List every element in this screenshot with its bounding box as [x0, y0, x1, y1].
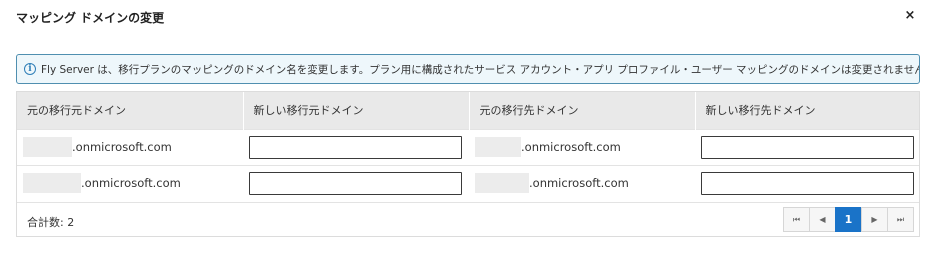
column-header-new-target-domain: 新しい移行先ドメイン [695, 92, 919, 129]
new-source-domain-input[interactable] [249, 171, 462, 195]
target-domain: .onmicrosoft.com [475, 137, 689, 157]
new-source-domain-input[interactable] [249, 135, 462, 159]
column-header-source-domain: 元の移行元ドメイン [17, 92, 244, 129]
close-icon[interactable]: × [902, 8, 918, 24]
column-header-new-source-domain: 新しい移行元ドメイン [243, 92, 470, 129]
redacted-text [23, 173, 81, 194]
new-target-domain-input[interactable] [701, 135, 914, 159]
next-page-icon[interactable]: ▶ [861, 207, 888, 232]
column-header-target-domain: 元の移行先ドメイン [469, 92, 696, 129]
source-domain-suffix: .onmicrosoft.com [72, 140, 172, 154]
dialog-title: マッピング ドメインの変更 [16, 11, 165, 25]
new-source-domain-cell [243, 164, 469, 201]
target-domain-cell: .onmicrosoft.com [469, 128, 695, 165]
table-row: .onmicrosoft.com .onmicrosoft.com [17, 164, 919, 201]
target-domain-suffix: .onmicrosoft.com [529, 176, 629, 191]
redacted-text [23, 137, 72, 157]
redacted-text [475, 173, 529, 194]
source-domain-cell: .onmicrosoft.com [17, 164, 243, 201]
table-footer: 合計数: 2 ⏮ ◀ 1 ▶ ⏭ [17, 202, 919, 237]
source-domain-cell: .onmicrosoft.com [17, 128, 243, 165]
info-banner: i Fly Server は、移行プランのマッピングのドメイン名を変更します。プ… [16, 54, 920, 84]
new-target-domain-cell [695, 164, 919, 201]
new-target-domain-cell [695, 128, 919, 165]
domain-mapping-table: 元の移行元ドメイン 新しい移行元ドメイン 元の移行先ドメイン 新しい移行先ドメイ… [16, 91, 920, 237]
page-1-button[interactable]: 1 [835, 207, 862, 232]
target-domain-cell: .onmicrosoft.com [469, 164, 695, 201]
source-domain-suffix: .onmicrosoft.com [81, 176, 181, 191]
source-domain: .onmicrosoft.com [23, 173, 237, 194]
table-header-row: 元の移行元ドメイン 新しい移行元ドメイン 元の移行先ドメイン 新しい移行先ドメイ… [17, 92, 919, 129]
first-page-icon[interactable]: ⏮ [783, 207, 810, 232]
last-page-icon[interactable]: ⏭ [887, 207, 914, 232]
info-message: Fly Server は、移行プランのマッピングのドメイン名を変更します。プラン… [41, 63, 920, 76]
target-domain-suffix: .onmicrosoft.com [521, 140, 621, 154]
prev-page-icon[interactable]: ◀ [809, 207, 836, 232]
redacted-text [475, 137, 521, 157]
table-row: .onmicrosoft.com .onmicrosoft.com [17, 128, 919, 165]
info-icon: i [24, 63, 36, 75]
target-domain: .onmicrosoft.com [475, 173, 689, 194]
new-target-domain-input[interactable] [701, 171, 914, 195]
pagination: ⏮ ◀ 1 ▶ ⏭ [783, 207, 914, 232]
new-source-domain-cell [243, 128, 469, 165]
total-count: 合計数: 2 [27, 216, 75, 229]
source-domain: .onmicrosoft.com [23, 137, 237, 157]
